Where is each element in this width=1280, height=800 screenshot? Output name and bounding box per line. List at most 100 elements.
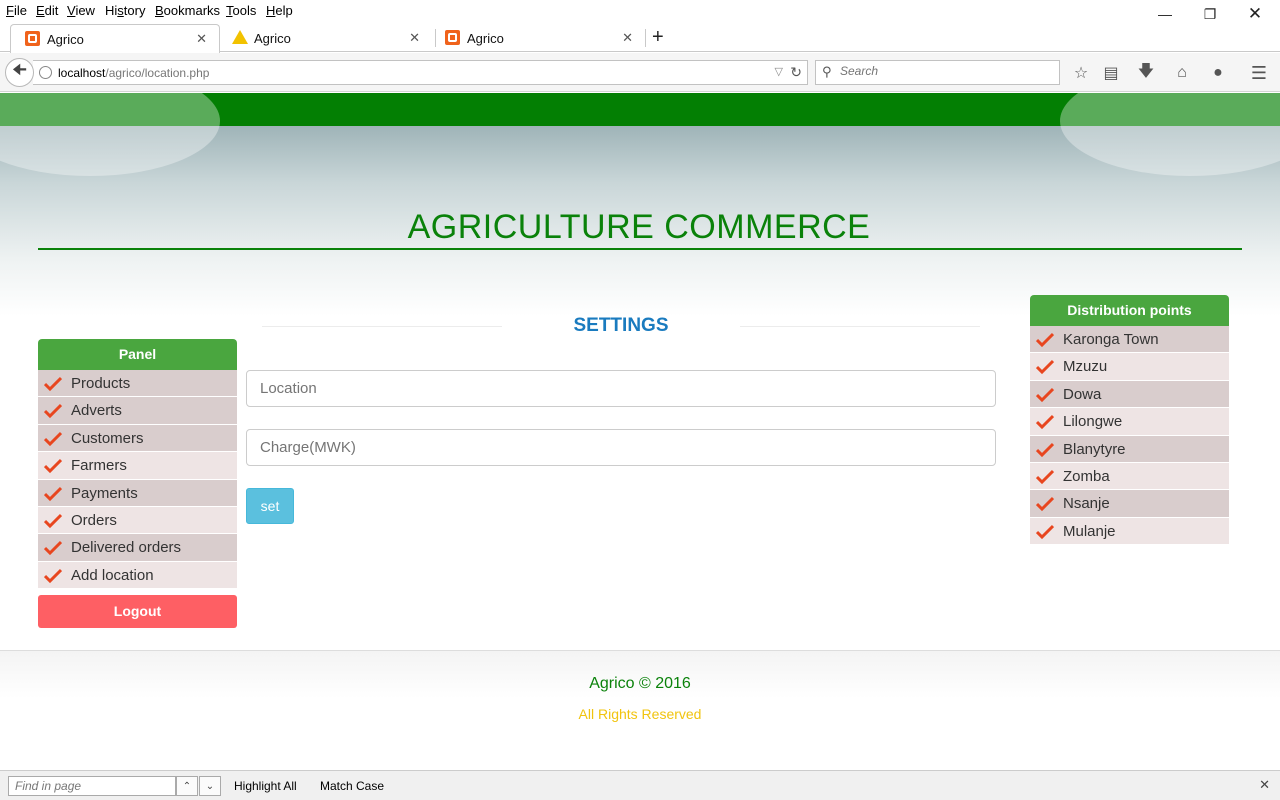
distribution-item[interactable]: Mulanje — [1030, 517, 1229, 546]
charge-input[interactable] — [246, 429, 996, 466]
title-divider — [38, 248, 1242, 250]
download-icon[interactable]: 🡇 — [1135, 62, 1157, 84]
reading-list-icon[interactable]: ▤ — [1100, 62, 1122, 84]
find-input[interactable]: Find in page — [8, 776, 176, 796]
panel-header: Panel — [38, 339, 237, 370]
distribution-item[interactable]: Nsanje — [1030, 490, 1229, 518]
checkmark-icon — [1036, 415, 1054, 430]
home-icon[interactable]: ⌂ — [1171, 62, 1193, 84]
logout-button[interactable]: Logout — [38, 595, 237, 629]
match-case-button[interactable]: Match Case — [320, 779, 384, 793]
tab-strip: Agrico ✕ Agrico ✕ Agrico ✕ — [0, 22, 1280, 53]
tab-title: Agrico — [467, 31, 504, 46]
distribution-header: Distribution points — [1030, 295, 1229, 326]
panel-item-label: Customers — [71, 429, 144, 447]
tab-title: Agrico — [254, 31, 291, 46]
search-icon: ⚲ — [822, 64, 832, 79]
close-tab-icon[interactable]: ✕ — [409, 30, 420, 46]
checkmark-icon — [44, 486, 62, 501]
tab-title: Agrico — [47, 32, 84, 47]
close-findbar-icon[interactable]: ✕ — [1259, 777, 1270, 793]
tab-agrico-1[interactable]: Agrico ✕ — [10, 24, 220, 53]
dropdown-arrow-icon[interactable]: ▽ — [775, 65, 783, 78]
tab-separator — [645, 29, 646, 47]
find-previous-icon[interactable]: ⌃ — [176, 776, 198, 796]
panel-item-products[interactable]: Products — [38, 370, 237, 398]
distribution-item[interactable]: Lilongwe — [1030, 408, 1229, 436]
menu-bookmarks[interactable]: Bookmarks — [155, 3, 220, 18]
distribution-label: Mzuzu — [1063, 358, 1108, 376]
url-host: localhost — [58, 66, 106, 80]
distribution-label: Mulanje — [1063, 522, 1116, 540]
warning-icon — [232, 30, 248, 45]
panel-item-delivered-orders[interactable]: Delivered orders — [38, 534, 237, 562]
search-bar[interactable]: ⚲ — [815, 60, 1060, 85]
panel-item-orders[interactable]: Orders — [38, 506, 237, 535]
globe-icon — [39, 66, 52, 79]
checkmark-icon — [44, 404, 62, 419]
checkmark-icon — [1036, 360, 1054, 375]
back-arrow-icon: 🠈 — [12, 62, 27, 79]
hamburger-menu-icon[interactable]: ☰ — [1248, 62, 1270, 84]
chat-icon[interactable]: ● — [1207, 62, 1229, 84]
menu-bar: File Edit View History Bookmarks Tools H… — [0, 0, 1280, 22]
distribution-label: Nsanje — [1063, 495, 1110, 513]
panel-item-label: Add location — [71, 566, 154, 584]
checkmark-icon — [1036, 469, 1054, 485]
panel-item-farmers[interactable]: Farmers — [38, 452, 237, 480]
menu-history[interactable]: History — [105, 3, 145, 18]
close-tab-icon[interactable]: ✕ — [622, 30, 633, 46]
panel-item-adverts[interactable]: Adverts — [38, 397, 237, 425]
footer-copyright: Agrico © 2016 — [589, 675, 691, 692]
new-tab-button[interactable]: + — [652, 26, 664, 49]
menu-file[interactable]: File — [6, 3, 27, 18]
checkmark-icon — [1036, 442, 1054, 457]
find-next-icon[interactable]: ⌄ — [199, 776, 221, 796]
checkmark-icon — [1036, 497, 1054, 512]
distribution-item[interactable]: Mzuzu — [1030, 353, 1229, 381]
distribution-label: Dowa — [1063, 385, 1102, 403]
tab-agrico-3[interactable]: Agrico ✕ — [435, 24, 645, 52]
find-bar: Find in page ⌃ ⌄ Highlight All Match Cas… — [0, 770, 1280, 800]
checkmark-icon — [44, 376, 62, 392]
distribution-label: Karonga Town — [1063, 331, 1159, 348]
distribution-item[interactable]: Dowa — [1030, 380, 1229, 409]
tab-agrico-2[interactable]: Agrico ✕ — [222, 24, 432, 52]
site-title: AGRICULTURE COMMERCE — [407, 208, 871, 246]
set-button[interactable]: set — [246, 488, 294, 524]
checkmark-icon — [44, 459, 62, 474]
distribution-item[interactable]: Karonga Town — [1030, 326, 1229, 354]
panel-item-customers[interactable]: Customers — [38, 424, 237, 453]
distribution-label: Lilongwe — [1063, 413, 1123, 431]
menu-tools[interactable]: Tools — [226, 3, 256, 18]
distribution-item[interactable]: Blanytyre — [1030, 435, 1229, 463]
location-input[interactable] — [246, 370, 996, 407]
checkmark-icon — [44, 431, 62, 446]
page-content: AGRICULTURE COMMERCE Panel Products Adve… — [0, 93, 1280, 770]
panel-item-payments[interactable]: Payments — [38, 479, 237, 507]
checkmark-icon — [1036, 524, 1054, 539]
menu-help[interactable]: Help — [266, 3, 293, 18]
highlight-all-button[interactable]: Highlight All — [234, 779, 297, 793]
footer-rights: All Rights Reserved — [578, 706, 702, 722]
distribution-points-panel: Distribution points Karonga Town Mzuzu D… — [1030, 295, 1229, 546]
back-button[interactable]: 🠈 — [5, 58, 34, 87]
distribution-item[interactable]: Zomba — [1030, 462, 1229, 491]
distribution-label: Blanytyre — [1063, 440, 1126, 458]
close-tab-icon[interactable]: ✕ — [196, 31, 207, 47]
panel-item-label: Orders — [71, 511, 117, 529]
xampp-icon — [445, 30, 460, 45]
settings-title: SETTINGS — [573, 315, 669, 336]
checkmark-icon — [1036, 387, 1054, 402]
admin-panel: Panel Products Adverts Customers Farmers… — [38, 339, 237, 629]
menu-view[interactable]: View — [67, 3, 95, 18]
url-bar[interactable]: localhost/agrico/location.php ▽ ↻ — [33, 60, 808, 85]
bookmark-star-icon[interactable]: ☆ — [1070, 62, 1092, 84]
panel-item-label: Farmers — [71, 457, 127, 475]
panel-item-label: Delivered orders — [71, 539, 182, 557]
search-input[interactable] — [840, 64, 1050, 78]
reload-icon[interactable]: ↻ — [790, 64, 802, 81]
menu-edit[interactable]: Edit — [36, 3, 58, 18]
checkmark-icon — [1036, 332, 1054, 348]
panel-item-add-location[interactable]: Add location — [38, 561, 237, 590]
